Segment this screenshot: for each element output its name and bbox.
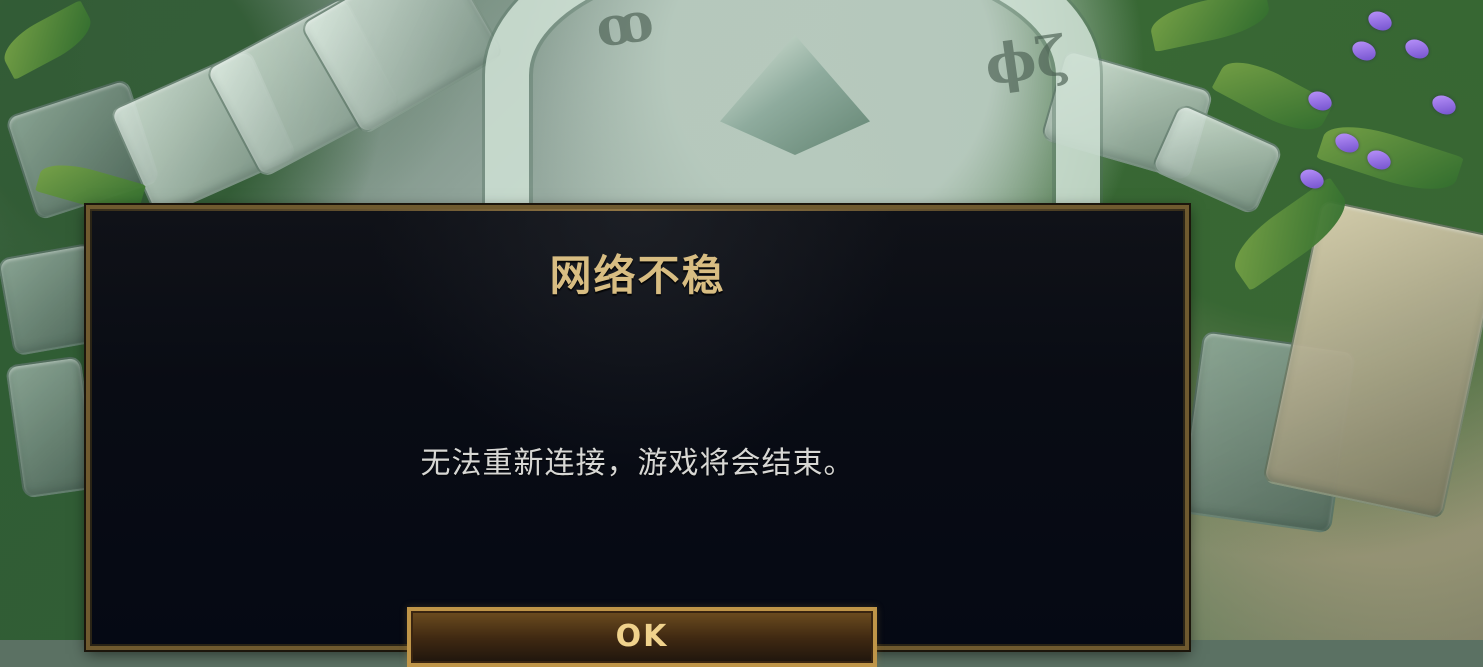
background-stone [5,355,99,499]
leaf-decoration [1147,0,1273,53]
purple-flower [1429,90,1459,120]
purple-flower [1349,36,1379,66]
purple-flower [1365,6,1395,36]
dialog-message: 无法重新连接，游戏将会结束。 [420,446,855,481]
ok-button[interactable]: OK [407,607,877,667]
carved-rune: ϕζ [980,22,1072,98]
network-unstable-dialog: 网络不稳 无法重新连接，游戏将会结束。 OK [86,205,1189,667]
dialog-title: 网络不稳 [549,251,726,300]
carved-rune: ꝏ [591,0,658,60]
purple-flower [1402,34,1432,64]
leaf-decoration [0,0,99,80]
